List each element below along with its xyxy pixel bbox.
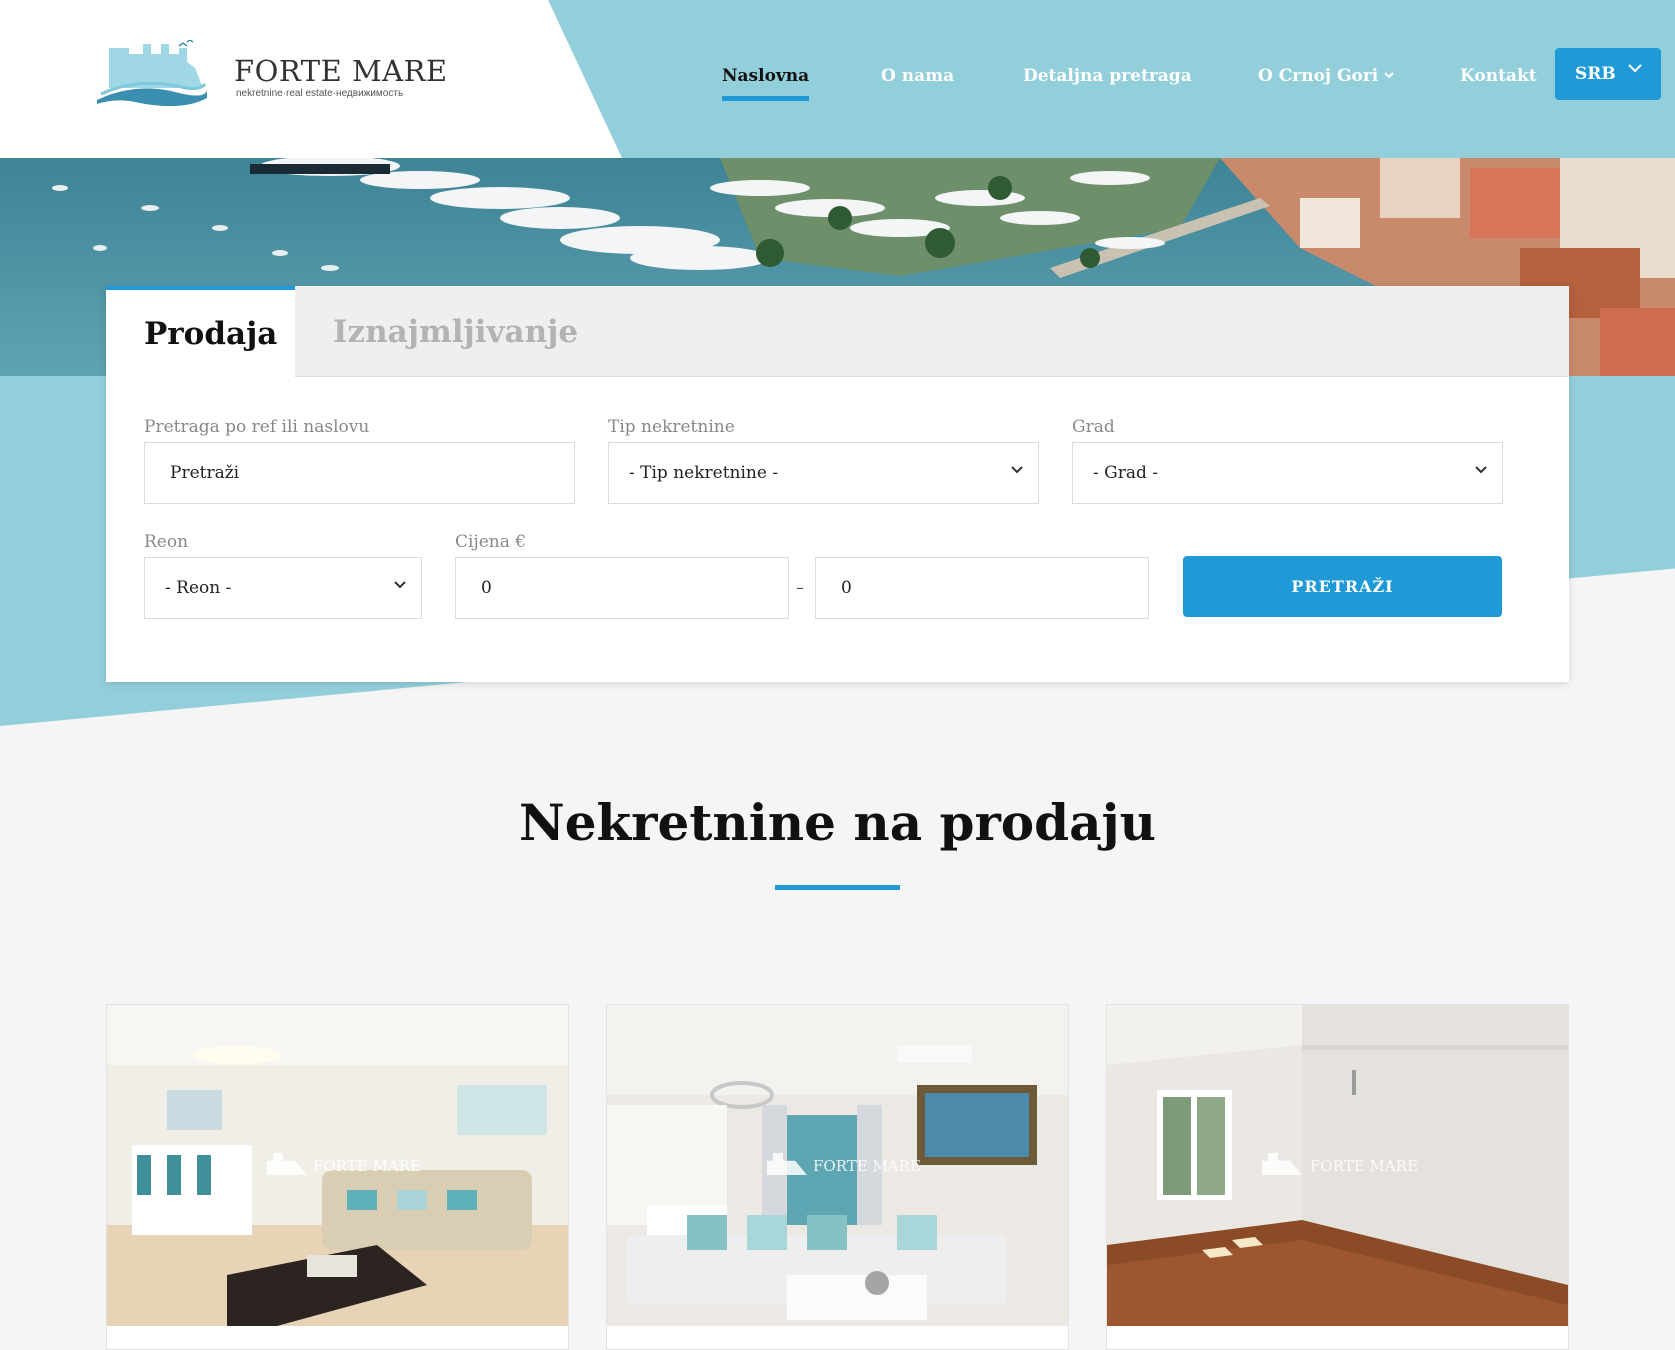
tab-rent[interactable]: Iznajmljivanje [295, 286, 578, 377]
search-tabs: Prodaja Iznajmljivanje [106, 286, 1569, 378]
area-value: - Reon - [165, 578, 232, 598]
nav-detailed-search[interactable]: Detaljna pretraga [1023, 66, 1192, 86]
watermark-text: FORTE MARE [313, 1157, 421, 1175]
title-underline [775, 885, 900, 890]
type-label: Tip nekretnine [608, 417, 735, 437]
language-label: SRB [1575, 64, 1616, 84]
section-title: Nekretnine na prodaju [519, 793, 1156, 852]
logo-title: FORTE MARE [234, 54, 448, 88]
chevron-down-icon [394, 581, 406, 589]
language-select[interactable]: SRB [1555, 48, 1661, 100]
ref-label: Pretraga po ref ili naslovu [144, 417, 370, 437]
chevron-down-icon [1475, 466, 1487, 474]
property-search-form: Prodaja Iznajmljivanje Pretraga po ref i… [106, 286, 1569, 682]
area-select[interactable]: - Reon - [144, 557, 422, 619]
chevron-down-icon [1011, 466, 1023, 474]
listing-card[interactable]: FORTE MARE [1106, 1004, 1569, 1350]
price-separator: – [796, 578, 804, 597]
nav-home[interactable]: Naslovna [722, 66, 810, 101]
price-max-input[interactable] [815, 557, 1149, 619]
listing-card[interactable]: FORTE MARE [106, 1004, 569, 1350]
city-select[interactable]: - Grad - [1072, 442, 1503, 504]
nav-montenegro-label: O Crnoj Gori [1258, 66, 1379, 86]
nav-about[interactable]: O nama [881, 66, 954, 86]
listing-card[interactable]: FORTE MARE [606, 1004, 1069, 1350]
tab-sale[interactable]: Prodaja [106, 286, 295, 378]
search-button[interactable]: PRETRAŽI [1183, 556, 1502, 617]
watermark-text: FORTE MARE [1310, 1157, 1418, 1175]
area-label: Reon [144, 532, 189, 552]
ref-search-input[interactable] [144, 442, 575, 504]
price-min-input[interactable] [455, 557, 789, 619]
chevron-down-icon [1628, 64, 1642, 73]
price-label: Cijena € [455, 532, 527, 552]
nav-montenegro[interactable]: O Crnoj Gori [1258, 66, 1394, 86]
watermark-text: FORTE MARE [813, 1157, 921, 1175]
ref-search-field[interactable] [145, 443, 574, 503]
city-value: - Grad - [1093, 463, 1159, 483]
chevron-down-icon [1384, 68, 1394, 82]
price-max-field[interactable] [816, 558, 1148, 618]
city-label: Grad [1072, 417, 1115, 437]
property-type-select[interactable]: - Tip nekretnine - [608, 442, 1039, 504]
property-type-value: - Tip nekretnine - [629, 463, 779, 483]
logo-subtitle: nekretnine·real estate·недвижимость [236, 88, 404, 99]
nav-contact[interactable]: Kontakt [1460, 66, 1537, 86]
price-min-field[interactable] [456, 558, 788, 618]
